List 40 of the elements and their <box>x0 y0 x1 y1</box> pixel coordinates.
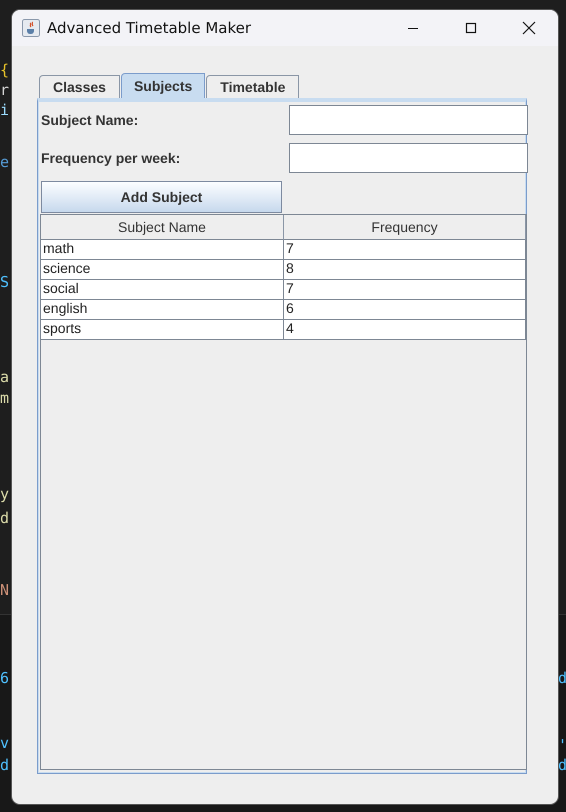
table-cell: 4 <box>284 320 526 340</box>
window-title: Advanced Timetable Maker <box>47 19 252 37</box>
input-field[interactable] <box>289 143 528 173</box>
code-fragment: ' <box>558 736 566 754</box>
tab[interactable]: Timetable <box>206 75 300 98</box>
tab[interactable]: Classes <box>39 75 120 98</box>
code-fragment: { <box>0 61 10 79</box>
add-subject-button[interactable]: Add Subject <box>41 181 282 213</box>
table-cell: english <box>41 300 284 320</box>
code-fragment: 6 <box>0 669 10 687</box>
table-cell: 7 <box>284 240 526 260</box>
code-fragment: m <box>0 389 10 407</box>
maximize-icon <box>465 22 477 34</box>
code-fragment: a <box>0 368 10 386</box>
code-fragment: y <box>0 485 10 503</box>
table-cell: 7 <box>284 280 526 300</box>
table-cell: social <box>41 280 284 300</box>
code-fragment: d <box>0 756 10 774</box>
code-fragment: r <box>0 81 10 99</box>
table-cell: math <box>41 240 284 260</box>
tab[interactable]: Subjects <box>120 73 206 98</box>
code-fragment: i <box>0 101 10 119</box>
table-cell: 6 <box>284 300 526 320</box>
close-icon <box>522 21 536 35</box>
code-fragment: d <box>558 756 566 774</box>
code-fragment: d <box>558 669 566 687</box>
field-label: Subject Name: <box>41 112 140 128</box>
code-fragment: S <box>0 273 10 291</box>
column-header[interactable]: Frequency <box>284 215 526 240</box>
code-fragment: N <box>0 581 10 599</box>
field-label: Frequency per week: <box>41 150 182 166</box>
input-field[interactable] <box>289 105 528 135</box>
table-cell: science <box>41 260 284 280</box>
table-cell: sports <box>41 320 284 340</box>
code-fragment: e <box>0 153 10 171</box>
table-cell: 8 <box>284 260 526 280</box>
code-fragment: v <box>0 734 10 752</box>
java-cup-icon <box>22 19 40 37</box>
code-fragment: d <box>0 509 10 527</box>
column-header[interactable]: Subject Name <box>41 215 284 240</box>
